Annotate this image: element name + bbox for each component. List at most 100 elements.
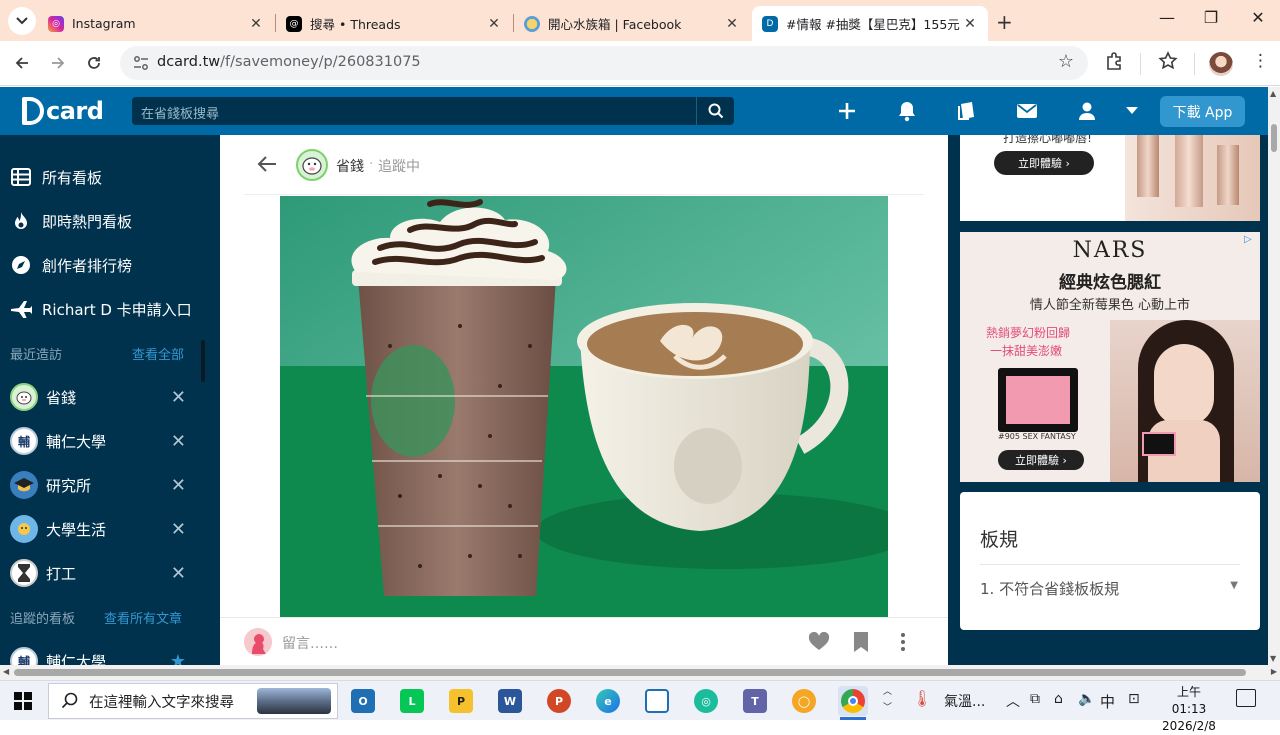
taskbar-phone-link-icon[interactable]: P <box>446 686 476 716</box>
taskbar-edge-icon[interactable]: e <box>593 686 623 716</box>
scroll-right-icon[interactable]: ▶ <box>1271 667 1277 676</box>
sidebar-item-creator-ranking[interactable]: 創作者排行榜 <box>10 249 132 281</box>
sidebar-scrollbar[interactable] <box>201 340 205 382</box>
ad-banner-nars[interactable]: ▷ NARS 經典炫色腮紅 情人節全新莓果色 心動上市 熱銷夢幻粉回歸 一抹甜美… <box>960 232 1260 482</box>
recent-board-fju[interactable]: 輔 輔仁大學 ✕ <box>10 425 190 457</box>
taskbar-chat-icon[interactable]: ◎ <box>691 686 721 716</box>
caret-down-icon[interactable] <box>1120 99 1144 123</box>
bookmarks-icon[interactable] <box>1158 51 1178 76</box>
input-method-indicator[interactable]: 中 <box>1100 691 1115 712</box>
taskbar-outlook-icon[interactable]: O <box>348 686 378 716</box>
tab-facebook[interactable]: 開心水族箱 | Facebook ✕ <box>514 6 750 41</box>
rule-item-1[interactable]: 1. 不符合省錢板板規 <box>980 578 1119 599</box>
recent-board-part-time[interactable]: 打工 ✕ <box>10 557 190 589</box>
taskbar-overflow-chevrons-icon[interactable]: ︿ ﹀ <box>883 684 892 716</box>
star-icon[interactable]: ★ <box>170 651 186 666</box>
post-image[interactable] <box>280 196 888 617</box>
notification-center-icon[interactable] <box>1236 689 1256 707</box>
taskbar-word-icon[interactable]: W <box>495 686 525 716</box>
close-icon[interactable]: ✕ <box>171 431 186 452</box>
window-close-button[interactable]: ✕ <box>1235 8 1280 27</box>
scrollbar-thumb[interactable] <box>14 669 1246 676</box>
sidebar-item-hot-boards[interactable]: 即時熱門看板 <box>10 205 132 237</box>
more-options-icon[interactable] <box>892 631 914 653</box>
scroll-down-icon[interactable]: ▼ <box>1270 654 1276 663</box>
close-icon[interactable]: ✕ <box>248 16 264 32</box>
bookmark-icon[interactable] <box>850 631 872 653</box>
dcard-logo[interactable]: card <box>22 95 104 127</box>
restore-button[interactable]: ❐ <box>1188 8 1234 27</box>
weather-text[interactable]: 氣溫... <box>944 691 985 711</box>
comment-input[interactable]: 留言…… <box>282 633 338 653</box>
more-menu-icon[interactable]: ⋮ <box>1252 51 1269 71</box>
followed-view-all-link[interactable]: 查看所有文章 <box>104 608 182 627</box>
recent-view-all-link[interactable]: 查看全部 <box>132 344 184 363</box>
taskbar-line-icon[interactable]: L <box>397 686 427 716</box>
savemoney-avatar-icon[interactable] <box>296 149 328 181</box>
tab-dcard[interactable]: D #情報 #抽獎【星巴克】155元 ✕ <box>752 6 988 41</box>
create-post-icon[interactable] <box>835 99 859 123</box>
meet-now-icon[interactable]: ⧉ <box>1030 691 1040 707</box>
user-icon[interactable] <box>1075 99 1099 123</box>
windows-start-icon[interactable] <box>14 692 32 710</box>
ime-mode-icon[interactable]: ⊡ <box>1128 691 1140 707</box>
caret-down-icon[interactable]: ▼ <box>1230 580 1238 591</box>
forward-button[interactable] <box>46 51 70 75</box>
board-label: 大學生活 <box>46 520 107 539</box>
bell-icon[interactable] <box>895 99 919 123</box>
ad-banner-top[interactable]: 打造擦心嘟嘟唇! 立即體驗 › <box>960 135 1260 221</box>
mail-icon[interactable] <box>1015 99 1039 123</box>
download-app-button[interactable]: 下載 App <box>1160 96 1245 127</box>
recent-board-graduate[interactable]: 研究所 ✕ <box>10 469 190 501</box>
taskbar-chrome-icon[interactable] <box>838 686 868 716</box>
reload-button[interactable] <box>82 51 106 75</box>
taskbar-search-box[interactable]: 在這裡輸入文字來搜尋 <box>48 683 338 719</box>
follow-status[interactable]: 追蹤中 <box>378 156 420 176</box>
close-icon[interactable]: ✕ <box>171 475 186 496</box>
taskbar-teams-icon[interactable]: T <box>740 686 770 716</box>
close-icon[interactable]: ✕ <box>724 16 740 32</box>
sidebar-item-all-boards[interactable]: 所有看板 <box>10 161 102 193</box>
recent-board-campus-life[interactable]: 大學生活 ✕ <box>10 513 190 545</box>
address-bar[interactable]: dcard.tw/f/savemoney/p/260831075 ☆ <box>120 46 1088 80</box>
scroll-up-icon[interactable]: ▲ <box>1270 89 1276 98</box>
taskbar-window-app-icon[interactable] <box>642 686 672 716</box>
heart-icon[interactable] <box>808 631 830 653</box>
followed-board-fju[interactable]: 輔 輔仁大學 ★ <box>10 645 190 665</box>
tab-title: #情報 #抽獎【星巴克】155元 <box>786 17 960 32</box>
new-tab-button[interactable]: + <box>996 10 1013 34</box>
volume-icon[interactable]: 🔈 <box>1078 691 1095 707</box>
bookmark-star-icon[interactable]: ☆ <box>1058 51 1074 72</box>
forum-name[interactable]: 省錢 <box>336 156 364 176</box>
site-settings-icon[interactable] <box>132 54 150 72</box>
extensions-icon[interactable] <box>1104 51 1124 76</box>
show-hidden-icons-icon[interactable]: ︿ <box>1006 691 1020 711</box>
dcard-search-button[interactable] <box>696 97 734 125</box>
taskbar-vpn-icon[interactable]: ◯ <box>789 686 819 716</box>
minimize-button[interactable]: — <box>1144 8 1190 27</box>
close-icon[interactable]: ✕ <box>171 519 186 540</box>
taskbar-clock[interactable]: 上午 01:13 2026/2/8 <box>1158 684 1220 735</box>
close-icon[interactable]: ✕ <box>486 16 502 32</box>
sidebar-item-richart[interactable]: Richart D 卡申請入口 <box>10 293 192 325</box>
ad-nars-cta-button[interactable]: 立即體驗 › <box>998 450 1084 470</box>
close-icon[interactable]: ✕ <box>962 16 978 32</box>
dcard-search-input[interactable]: 在省錢板搜尋 <box>132 97 696 125</box>
tab-instagram[interactable]: ◎ Instagram ✕ <box>38 6 274 41</box>
horizontal-scrollbar[interactable]: ◀ ▶ <box>0 665 1280 680</box>
back-button[interactable] <box>10 51 34 75</box>
close-icon[interactable]: ✕ <box>171 563 186 584</box>
close-icon[interactable]: ✕ <box>171 387 186 408</box>
scroll-left-icon[interactable]: ◀ <box>3 667 9 676</box>
scrollbar-thumb[interactable] <box>1271 124 1277 152</box>
ad-top-cta-button[interactable]: 立即體驗 › <box>994 151 1094 175</box>
tab-search-button[interactable] <box>8 7 36 35</box>
taskbar-powerpoint-icon[interactable]: P <box>544 686 574 716</box>
back-arrow-icon[interactable] <box>256 153 278 175</box>
vertical-scrollbar[interactable]: ▲ ▼ <box>1268 87 1280 665</box>
profile-avatar[interactable] <box>1209 52 1233 76</box>
network-icon[interactable]: ⌂ <box>1054 691 1063 707</box>
tab-threads[interactable]: @ 搜尋 • Threads ✕ <box>276 6 512 41</box>
cards-icon[interactable] <box>955 99 979 123</box>
recent-board-savemoney[interactable]: 省錢 ✕ <box>10 381 190 413</box>
